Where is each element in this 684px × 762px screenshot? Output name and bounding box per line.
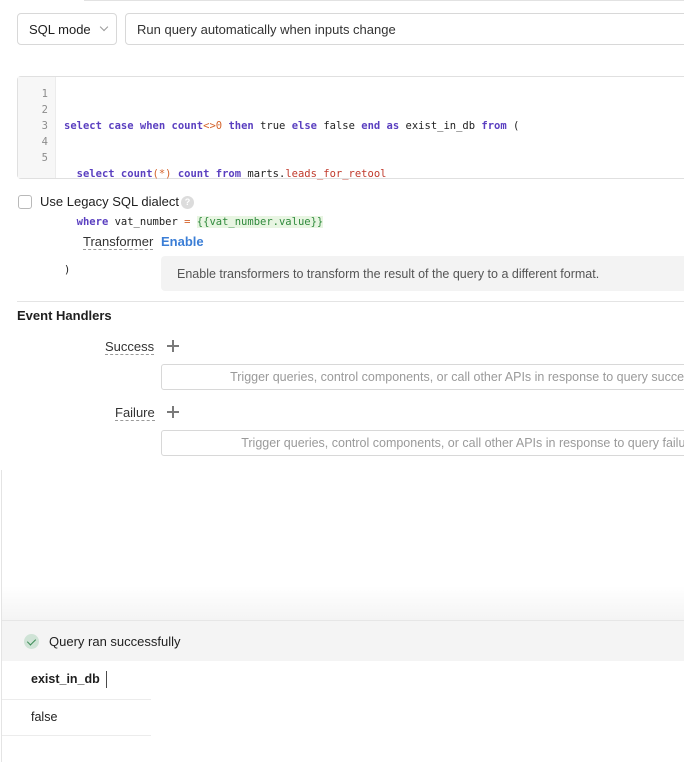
failure-handler-placeholder: Trigger queries, control components, or … <box>241 436 684 450</box>
panel-fade <box>2 586 684 620</box>
add-success-handler-icon[interactable] <box>167 340 179 352</box>
transformer-info-box: Enable transformers to transform the res… <box>161 256 684 291</box>
run-trigger-label: Run query automatically when inputs chan… <box>137 21 396 37</box>
sql-editor[interactable]: 1 2 3 4 5 select case when count<>0 then… <box>17 76 684 276</box>
section-divider <box>17 301 684 302</box>
run-trigger-select[interactable]: Run query automatically when inputs chan… <box>125 13 684 45</box>
code-token: as <box>386 120 400 132</box>
code-token: leads_for_retool <box>285 168 387 180</box>
code-line: where vat_number = {{vat_number.value}} <box>64 214 519 230</box>
code-token: select <box>64 120 102 132</box>
code-token: count <box>120 168 153 180</box>
line-number: 1 <box>41 88 48 100</box>
code-token: where <box>76 216 109 228</box>
enable-transformer-link[interactable]: Enable <box>161 234 204 249</box>
code-line: select case when count<>0 then true else… <box>64 118 519 134</box>
help-icon[interactable]: ? <box>181 196 194 209</box>
code-token: marts <box>247 168 279 180</box>
code-token: else <box>291 120 317 132</box>
add-failure-handler-icon[interactable] <box>167 406 179 418</box>
code-line: select count(*) count from marts.leads_f… <box>64 166 519 182</box>
code-token: end <box>361 120 381 132</box>
failure-handler-label: Failure <box>115 405 155 421</box>
code-token: select <box>76 168 115 180</box>
table-cell: false <box>31 710 58 724</box>
status-text: Query ran successfully <box>49 634 181 649</box>
results-table-header: exist_in_db <box>2 661 151 700</box>
success-handler-placeholder: Trigger queries, control components, or … <box>230 370 684 384</box>
transformer-description: Enable transformers to transform the res… <box>177 266 600 281</box>
line-number: 4 <box>41 136 48 148</box>
code-token: exist_in_db <box>405 120 476 132</box>
code-token: then <box>228 120 254 132</box>
success-handler-input[interactable]: Trigger queries, control components, or … <box>161 364 684 390</box>
code-token: ) <box>64 264 71 276</box>
sql-mode-select[interactable]: SQL mode <box>17 13 117 45</box>
top-divider <box>84 0 684 1</box>
legacy-sql-checkbox[interactable] <box>18 195 32 209</box>
code-token: count <box>171 120 204 132</box>
column-header[interactable]: exist_in_db <box>31 672 100 686</box>
code-token: case <box>108 120 134 132</box>
legacy-sql-label[interactable]: Use Legacy SQL dialect <box>40 194 179 209</box>
transformer-label: Transformer <box>83 234 154 250</box>
chevron-down-icon <box>99 22 109 32</box>
code-token: = <box>184 216 191 228</box>
code-token: 0 <box>215 120 223 132</box>
code-token: from <box>481 120 507 132</box>
code-token: when <box>139 120 166 132</box>
code-token: false <box>323 120 355 132</box>
line-number-gutter: 1 2 3 4 5 <box>18 77 56 178</box>
code-token: true <box>260 120 286 132</box>
failure-handler-input[interactable]: Trigger queries, control components, or … <box>161 430 684 456</box>
sql-mode-label: SQL mode <box>29 21 91 37</box>
code-token: ( <box>513 120 520 132</box>
code-token: vat_number <box>114 216 178 228</box>
code-token: (*) <box>152 168 172 180</box>
code-token: count <box>177 168 210 180</box>
success-handler-label: Success <box>105 339 155 355</box>
column-resize-handle[interactable] <box>106 671 107 688</box>
line-number: 5 <box>41 152 48 164</box>
event-handlers-title: Event Handlers <box>17 308 112 323</box>
code-token: <> <box>203 120 216 132</box>
query-status-bar: Query ran successfully <box>2 620 684 661</box>
code-token: from <box>215 168 242 180</box>
table-row[interactable]: false <box>2 700 151 736</box>
check-circle-icon <box>24 634 39 649</box>
sql-code[interactable]: select case when count<>0 then true else… <box>64 86 519 358</box>
line-number: 3 <box>41 120 48 132</box>
line-number: 2 <box>41 104 48 116</box>
code-token: {{vat_number.value}} <box>196 216 324 228</box>
